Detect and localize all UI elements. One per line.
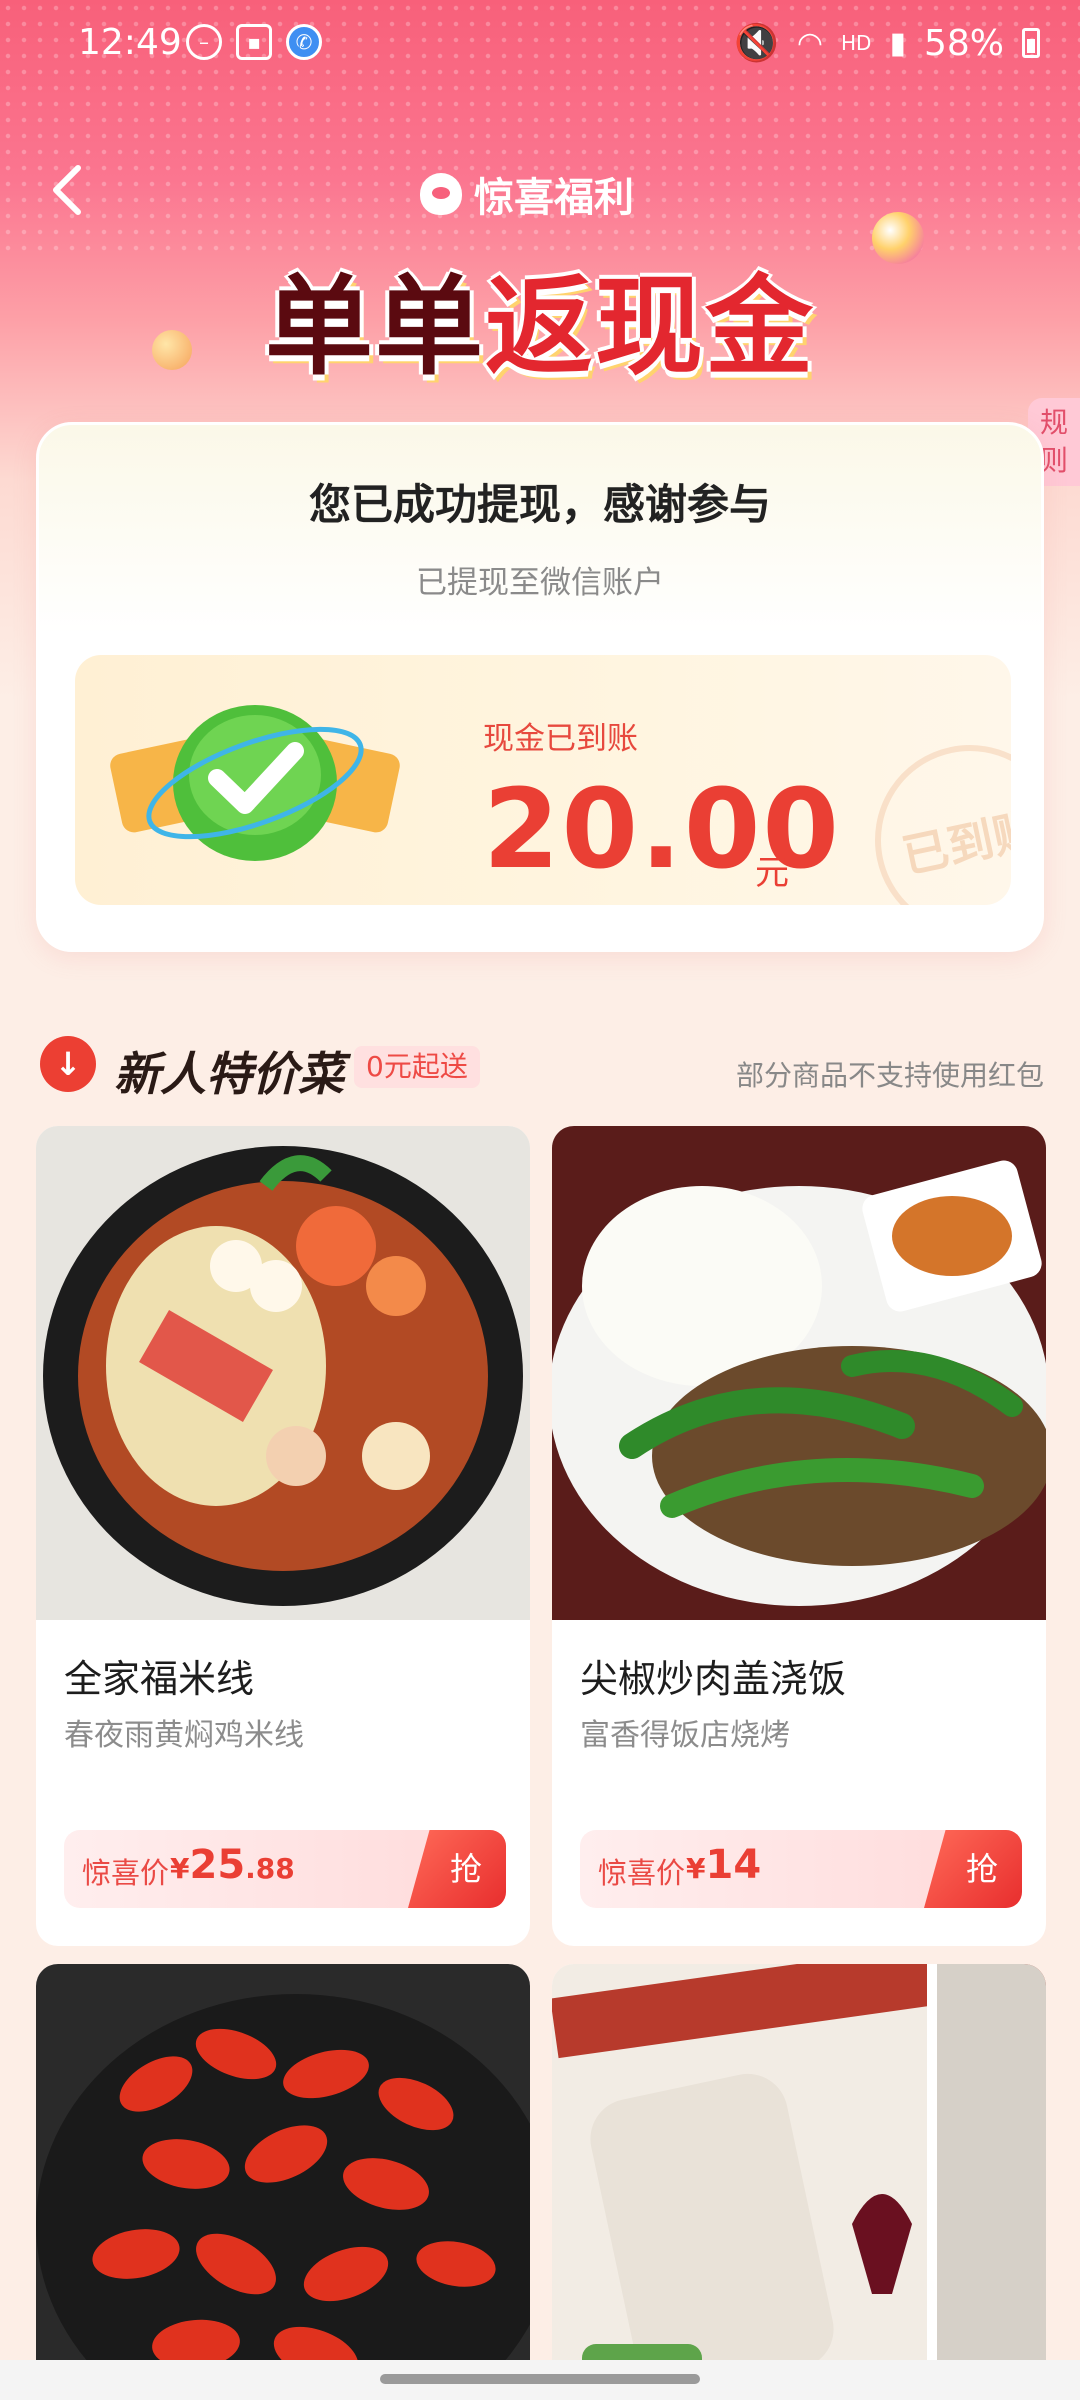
product-image: [552, 1964, 1046, 2384]
section-header: ↓ 新人特价菜 0元起送 部分商品不支持使用红包: [36, 1030, 1044, 1101]
home-indicator[interactable]: [0, 2360, 1080, 2400]
decor-orb: [872, 212, 924, 264]
brand-title-text: 惊喜福利: [474, 175, 634, 221]
received-stamp: 已到账: [857, 727, 1011, 905]
product-image: [36, 1126, 530, 1620]
product-name: 全家福米线: [64, 1657, 255, 1701]
discount-arrow-icon: ↓: [40, 1036, 96, 1092]
product-card[interactable]: 尖椒炒肉盖浇饭 富香得饭店烧烤 惊喜价 ¥14 抢: [552, 1126, 1046, 1946]
product-shop: 富香得饭店烧烤: [580, 1718, 790, 1753]
price-decimal: .88: [245, 1852, 295, 1885]
card-title: 您已成功提现，感谢参与: [308, 480, 771, 529]
product-name: 尖椒炒肉盖浇饭: [580, 1657, 847, 1701]
price-currency: ¥: [170, 1852, 190, 1885]
signal-icon: ▮: [889, 25, 906, 61]
battery-icon: [1022, 28, 1040, 58]
brand-title: 惊喜福利: [420, 165, 634, 223]
grab-button[interactable]: 抢: [924, 1830, 1022, 1908]
do-not-disturb-icon: –: [186, 24, 222, 60]
price-integer: 25: [189, 1842, 246, 1888]
buy-bar[interactable]: 惊喜价 ¥14 抢: [580, 1830, 1022, 1908]
product-card[interactable]: [552, 1964, 1046, 2384]
product-card[interactable]: 全家福米线 春夜雨黄焖鸡米线 惊喜价 ¥25.88 抢: [36, 1126, 530, 1946]
status-notification-icons: – ▪ ✆: [186, 24, 322, 60]
buy-bar[interactable]: 惊喜价 ¥25.88 抢: [64, 1830, 506, 1908]
decor-coin: [152, 330, 192, 370]
headline-part2: 返现金: [485, 265, 816, 390]
product-price: ¥25.88: [170, 1842, 295, 1888]
cash-received-box: 现金已到账 20.00 元 已到账: [75, 655, 1011, 905]
grab-button[interactable]: 抢: [408, 1830, 506, 1908]
battery-level: 58%: [923, 22, 1004, 64]
wifi-icon: ◠: [796, 25, 824, 61]
product-image: [36, 1964, 530, 2384]
price-currency: ¥: [686, 1852, 706, 1885]
headline-part1: 单单: [264, 265, 485, 390]
price-label: 惊喜价: [82, 1856, 170, 1890]
product-card[interactable]: [36, 1964, 530, 2384]
section-note: 部分商品不支持使用红包: [735, 1059, 1044, 1092]
lock-icon: ▪: [236, 24, 272, 60]
status-right: 🔇 ◠ HD ▮ 58%: [734, 22, 1040, 64]
withdraw-success-card: 您已成功提现，感谢参与 已提现至微信账户 现金已到账 20.00 元 已到账: [36, 422, 1044, 952]
product-price: ¥14: [686, 1842, 761, 1888]
wechat-cash-icon: [110, 705, 400, 861]
stamp-text: 已到账: [897, 802, 1011, 884]
price-label: 惊喜价: [598, 1856, 686, 1890]
mute-icon: 🔇: [734, 23, 779, 64]
card-subtitle: 已提现至微信账户: [416, 565, 664, 601]
back-button[interactable]: [44, 160, 94, 220]
gift-bag-icon: [420, 173, 462, 215]
section-title: 新人特价菜: [114, 1047, 344, 1101]
price-integer: 14: [705, 1842, 762, 1888]
free-delivery-badge: 0元起送: [354, 1046, 480, 1088]
cash-label: 现金已到账: [483, 721, 638, 757]
product-image: [552, 1126, 1046, 1620]
cash-unit: 元: [755, 853, 789, 893]
headline: 单单返现金: [240, 240, 840, 396]
status-time: 12:49: [78, 22, 182, 63]
phone-call-icon: ✆: [286, 24, 322, 60]
status-bar: 12:49 – ▪ ✆ 🔇 ◠ HD ▮ 58%: [0, 0, 1080, 90]
rules-label: 规则: [1039, 406, 1068, 477]
product-shop: 春夜雨黄焖鸡米线: [64, 1718, 304, 1753]
chevron-left-icon: [53, 165, 81, 215]
network-label: HD: [841, 31, 872, 55]
